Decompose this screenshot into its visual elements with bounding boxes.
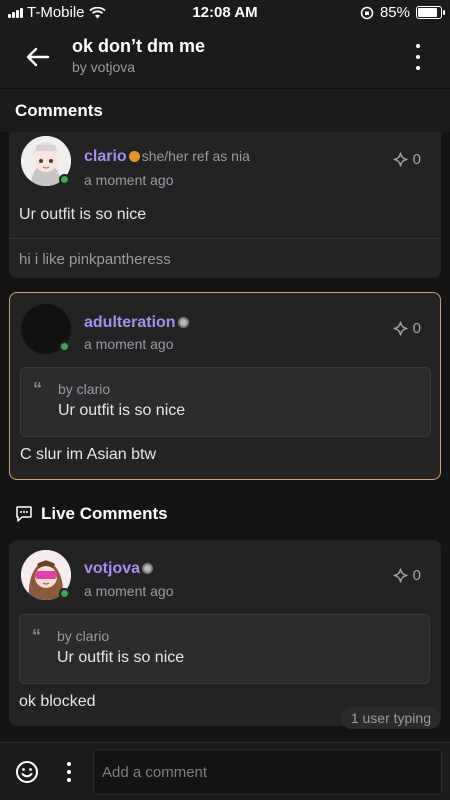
battery-icon (416, 6, 445, 19)
user-pronouns: she/her ref as nia (141, 148, 250, 164)
comment-username[interactable]: adulteration (84, 314, 191, 332)
comment-timestamp: a moment ago (84, 172, 174, 188)
comments-heading: Comments (15, 101, 103, 120)
level-badge-icon (177, 317, 189, 329)
like-count: 0 (412, 151, 421, 168)
like-button[interactable]: 0 (393, 320, 421, 337)
comment-timestamp: a moment ago (84, 336, 174, 352)
comment-timestamp: a moment ago (84, 583, 174, 599)
like-count: 0 (412, 567, 421, 584)
quote-text: Ur outfit is so nice (57, 649, 185, 666)
comment-input[interactable] (93, 749, 442, 795)
comment-text: ok blocked (19, 693, 96, 710)
back-arrow-icon[interactable] (24, 43, 52, 71)
battery-percent: 85% (379, 4, 410, 21)
post-title: ok don’t dm me (72, 36, 206, 56)
more-options-icon[interactable] (414, 44, 422, 70)
composer-more-icon[interactable] (67, 762, 71, 782)
username-text[interactable]: votjova (84, 560, 140, 577)
quoted-comment[interactable]: “ by clario Ur outfit is so nice (20, 367, 431, 437)
quoted-comment[interactable]: “ by clario Ur outfit is so nice (19, 614, 430, 684)
like-count: 0 (412, 320, 421, 337)
typing-indicator: 1 user typing (340, 707, 441, 729)
quote-author: by clario (57, 628, 110, 644)
sparkle-icon (393, 152, 408, 167)
comment-card-highlighted: adulteration a moment ago 0 “ by clario … (9, 292, 441, 480)
username-text[interactable]: adulteration (84, 314, 176, 331)
comment-composer (0, 742, 450, 800)
post-author[interactable]: by votjova (72, 59, 135, 75)
online-status-dot (59, 588, 70, 599)
status-bar: T-Mobile 12:08 AM 85% (0, 0, 450, 26)
battery-fill (418, 8, 437, 17)
flame-badge-icon (128, 151, 140, 163)
username-text[interactable]: clario (84, 148, 127, 165)
sparkle-icon (393, 321, 408, 336)
app-header: ok don’t dm me by votjova (0, 26, 450, 88)
level-badge-icon (142, 563, 154, 575)
live-comments-header: Live Comments (15, 504, 168, 524)
quote-icon: “ (33, 379, 42, 399)
quote-icon: “ (32, 626, 41, 646)
comment-card: clario she/her ref as nia a moment ago 0 … (9, 132, 441, 278)
emoji-icon[interactable] (15, 760, 39, 784)
comment-text: C slur im Asian btw (20, 446, 157, 463)
like-button[interactable]: 0 (393, 151, 421, 168)
reply-preview[interactable]: hi i like pinkpantheress (19, 251, 171, 268)
live-comments-heading: Live Comments (41, 504, 168, 523)
live-comment-card: votjova a moment ago 0 “ by clario Ur ou… (9, 540, 441, 726)
online-status-dot (59, 174, 70, 185)
orientation-lock-icon (360, 6, 374, 19)
quote-text: Ur outfit is so nice (58, 402, 186, 419)
divider (9, 238, 441, 239)
online-status-dot (59, 341, 70, 352)
status-right: 85% (360, 4, 445, 21)
chat-bubble-icon (16, 506, 32, 522)
comment-username[interactable]: clario she/her ref as nia (84, 148, 250, 166)
sparkle-icon (393, 568, 408, 583)
like-button[interactable]: 0 (393, 567, 421, 584)
comments-section-header: Comments (0, 88, 450, 132)
comment-text: Ur outfit is so nice (19, 206, 147, 223)
quote-author: by clario (58, 381, 111, 397)
comment-username[interactable]: votjova (84, 560, 155, 578)
